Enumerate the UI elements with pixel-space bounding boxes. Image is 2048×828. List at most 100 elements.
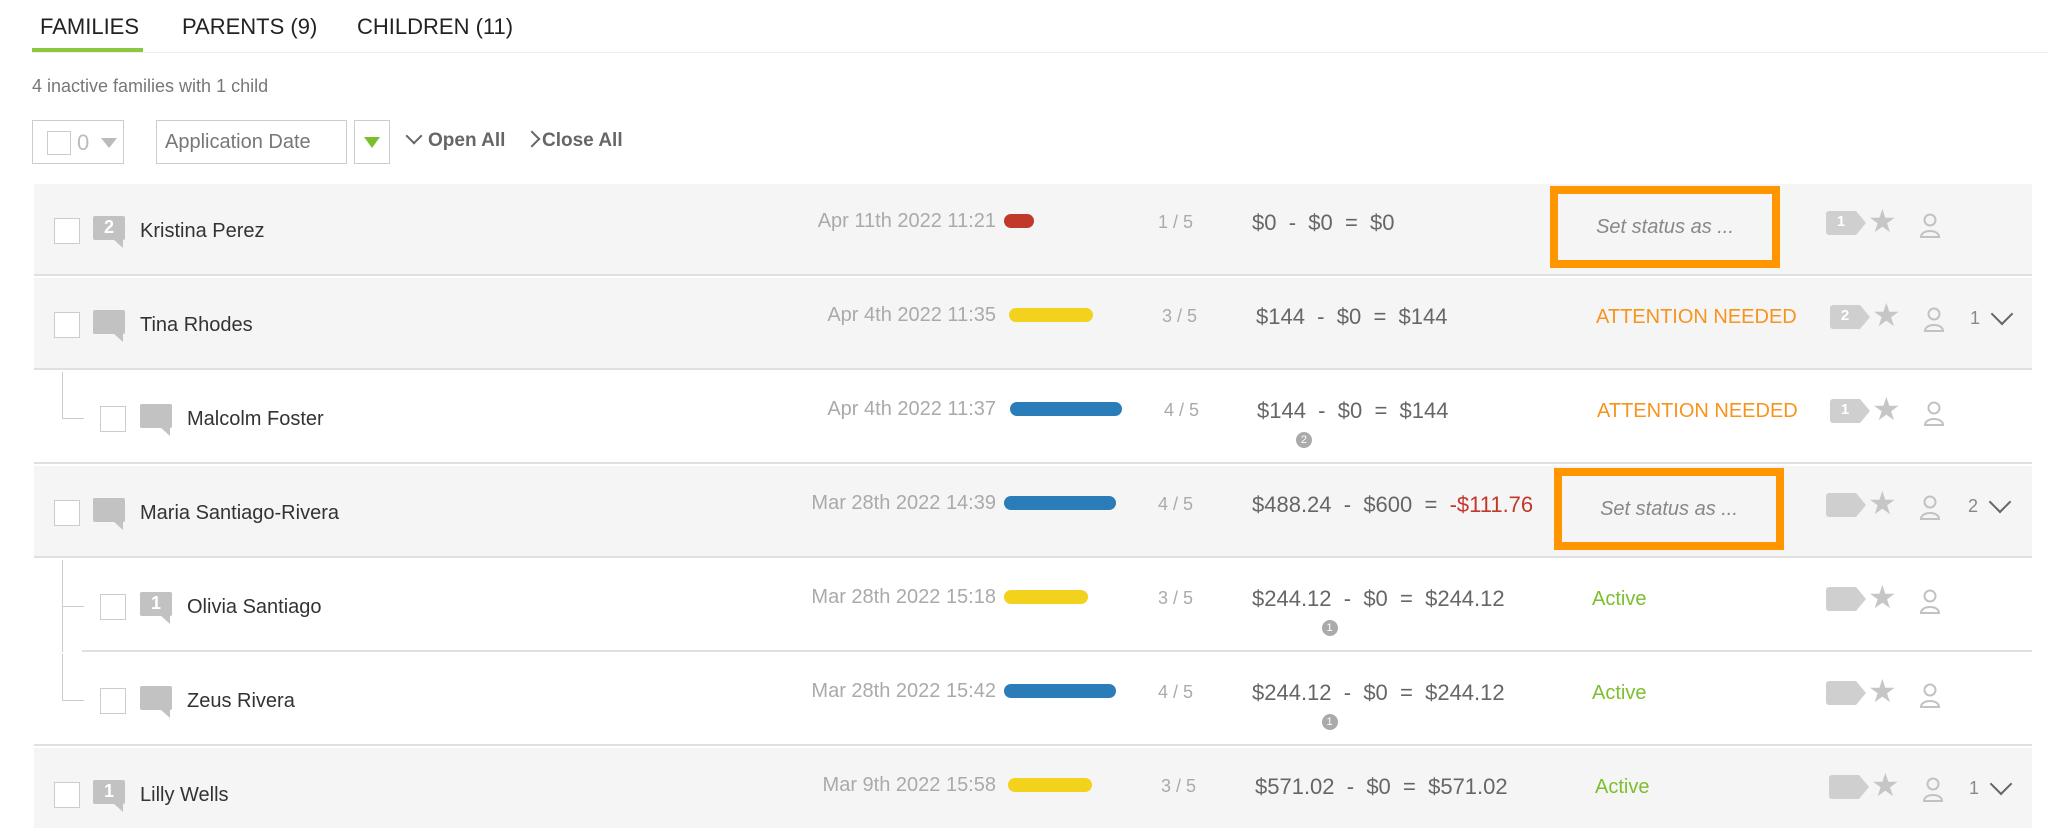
progress-score: 3 / 5 [1162, 306, 1198, 326]
child-count[interactable]: 2 [1968, 496, 1978, 517]
tag-count: 2 [1840, 307, 1850, 324]
chevron-down-icon[interactable] [1990, 302, 2014, 326]
tag-count: 1 [1836, 213, 1846, 230]
tag-icon[interactable] [1826, 587, 1866, 611]
tag-icon[interactable] [1829, 775, 1869, 799]
bulk-select-dropdown[interactable]: 0 [32, 120, 124, 164]
progress-score: 1 / 5 [1158, 212, 1194, 232]
chevron-down-icon[interactable] [1988, 490, 2012, 514]
family-row[interactable]: 2 Kristina Perez Apr 11th 2022 11:21 1 /… [34, 184, 2032, 276]
comment-bubble-icon[interactable] [93, 310, 125, 342]
chevron-down-icon[interactable] [1989, 772, 2013, 796]
status-label[interactable]: Active [1595, 776, 1649, 799]
row-checkbox[interactable] [100, 688, 126, 714]
member-row[interactable]: Malcolm Foster Apr 4th 2022 11:37 4 / 5 … [34, 372, 2032, 464]
tree-line [62, 700, 84, 701]
application-date: Apr 4th 2022 11:37 [827, 398, 996, 420]
tabs-divider [32, 52, 2048, 53]
triangle-down-icon [364, 137, 380, 148]
status-label[interactable]: ATTENTION NEEDED [1596, 306, 1797, 329]
star-icon[interactable]: ★ [1868, 484, 1897, 522]
member-name[interactable]: Olivia Santiago [187, 596, 322, 619]
sort-direction-button[interactable] [354, 120, 390, 164]
set-status-dropdown[interactable]: Set status as ... [1600, 498, 1738, 521]
tab-families[interactable]: FAMILIES [40, 14, 139, 40]
row-checkbox[interactable] [100, 594, 126, 620]
sort-field-select[interactable]: Application Date [156, 120, 347, 164]
status-highlight: Set status as ... [1554, 468, 1784, 550]
tag-icon[interactable]: 1 [1826, 211, 1866, 235]
tag-icon[interactable]: 1 [1830, 399, 1870, 423]
tree-line [62, 418, 84, 419]
tab-children[interactable]: CHILDREN (11) [357, 14, 513, 40]
application-date: Mar 28th 2022 15:42 [811, 680, 996, 702]
child-count[interactable]: 1 [1969, 778, 1979, 799]
user-icon[interactable] [1922, 776, 1944, 802]
family-row[interactable]: 1 Lilly Wells Mar 9th 2022 15:58 3 / 5 $… [34, 748, 2032, 828]
user-icon[interactable] [1919, 494, 1941, 520]
family-name[interactable]: Maria Santiago-Rivera [140, 502, 339, 525]
tab-parents[interactable]: PARENTS (9) [182, 14, 317, 40]
progress-bar [1004, 496, 1116, 510]
comment-bubble-icon[interactable] [140, 686, 172, 718]
user-icon[interactable] [1919, 588, 1941, 614]
progress-bar [1009, 308, 1093, 322]
select-all-checkbox[interactable] [47, 131, 71, 155]
user-icon[interactable] [1923, 306, 1945, 332]
star-icon[interactable]: ★ [1868, 202, 1897, 240]
close-all-link[interactable]: Close All [523, 130, 623, 152]
user-icon[interactable] [1919, 212, 1941, 238]
open-all-link[interactable]: Open All [405, 127, 506, 152]
user-icon[interactable] [1923, 400, 1945, 426]
tree-line [62, 372, 63, 418]
row-checkbox[interactable] [54, 782, 80, 808]
tag-icon[interactable] [1826, 493, 1866, 517]
family-name[interactable]: Kristina Perez [140, 220, 265, 243]
application-date: Mar 28th 2022 14:39 [811, 492, 996, 514]
progress-bar [1004, 590, 1088, 604]
tree-line [62, 606, 84, 607]
tag-icon[interactable] [1826, 681, 1866, 705]
row-checkbox[interactable] [54, 312, 80, 338]
family-name[interactable]: Lilly Wells [140, 784, 229, 807]
member-row[interactable]: 1 Olivia Santiago Mar 28th 2022 15:18 3 … [34, 560, 2032, 652]
family-row[interactable]: Tina Rhodes Apr 4th 2022 11:35 3 / 5 $14… [34, 278, 2032, 370]
comment-count: 2 [103, 217, 114, 237]
comment-bubble-icon[interactable]: 1 [140, 592, 172, 624]
progress-score: 4 / 5 [1164, 400, 1200, 420]
member-name[interactable]: Zeus Rivera [187, 690, 295, 713]
balance-amount: $0 - $0 = $0 [1252, 210, 1395, 235]
progress-bar [1008, 778, 1092, 792]
star-icon[interactable]: ★ [1872, 296, 1901, 334]
progress-score: 3 / 5 [1161, 776, 1197, 796]
comment-bubble-icon[interactable] [140, 404, 172, 436]
star-icon[interactable]: ★ [1868, 672, 1897, 710]
application-date: Apr 11th 2022 11:21 [817, 210, 996, 232]
star-icon[interactable]: ★ [1868, 578, 1897, 616]
row-checkbox[interactable] [54, 218, 80, 244]
comment-bubble-icon[interactable]: 2 [93, 216, 125, 248]
member-row[interactable]: Zeus Rivera Mar 28th 2022 15:42 4 / 5 $2… [34, 654, 2032, 746]
status-label[interactable]: Active [1592, 588, 1646, 611]
comment-bubble-icon[interactable]: 1 [93, 780, 125, 812]
results-summary: 4 inactive families with 1 child [32, 76, 269, 96]
member-name[interactable]: Malcolm Foster [187, 408, 324, 431]
application-date: Mar 28th 2022 15:18 [811, 586, 996, 608]
comment-bubble-icon[interactable] [93, 498, 125, 530]
status-label[interactable]: ATTENTION NEEDED [1597, 400, 1798, 423]
row-checkbox[interactable] [100, 406, 126, 432]
comment-count: 1 [150, 593, 161, 613]
tag-count: 1 [1840, 401, 1850, 418]
star-icon[interactable]: ★ [1871, 766, 1900, 804]
tag-icon[interactable]: 2 [1830, 305, 1870, 329]
open-all-label: Open All [428, 130, 506, 151]
set-status-dropdown[interactable]: Set status as ... [1596, 216, 1734, 239]
child-count[interactable]: 1 [1970, 308, 1980, 329]
row-checkbox[interactable] [54, 500, 80, 526]
star-icon[interactable]: ★ [1872, 390, 1901, 428]
family-row[interactable]: Maria Santiago-Rivera Mar 28th 2022 14:3… [34, 466, 2032, 558]
family-name[interactable]: Tina Rhodes [140, 314, 253, 337]
status-label[interactable]: Active [1592, 682, 1646, 705]
user-icon[interactable] [1919, 682, 1941, 708]
caret-down-icon [101, 138, 117, 148]
